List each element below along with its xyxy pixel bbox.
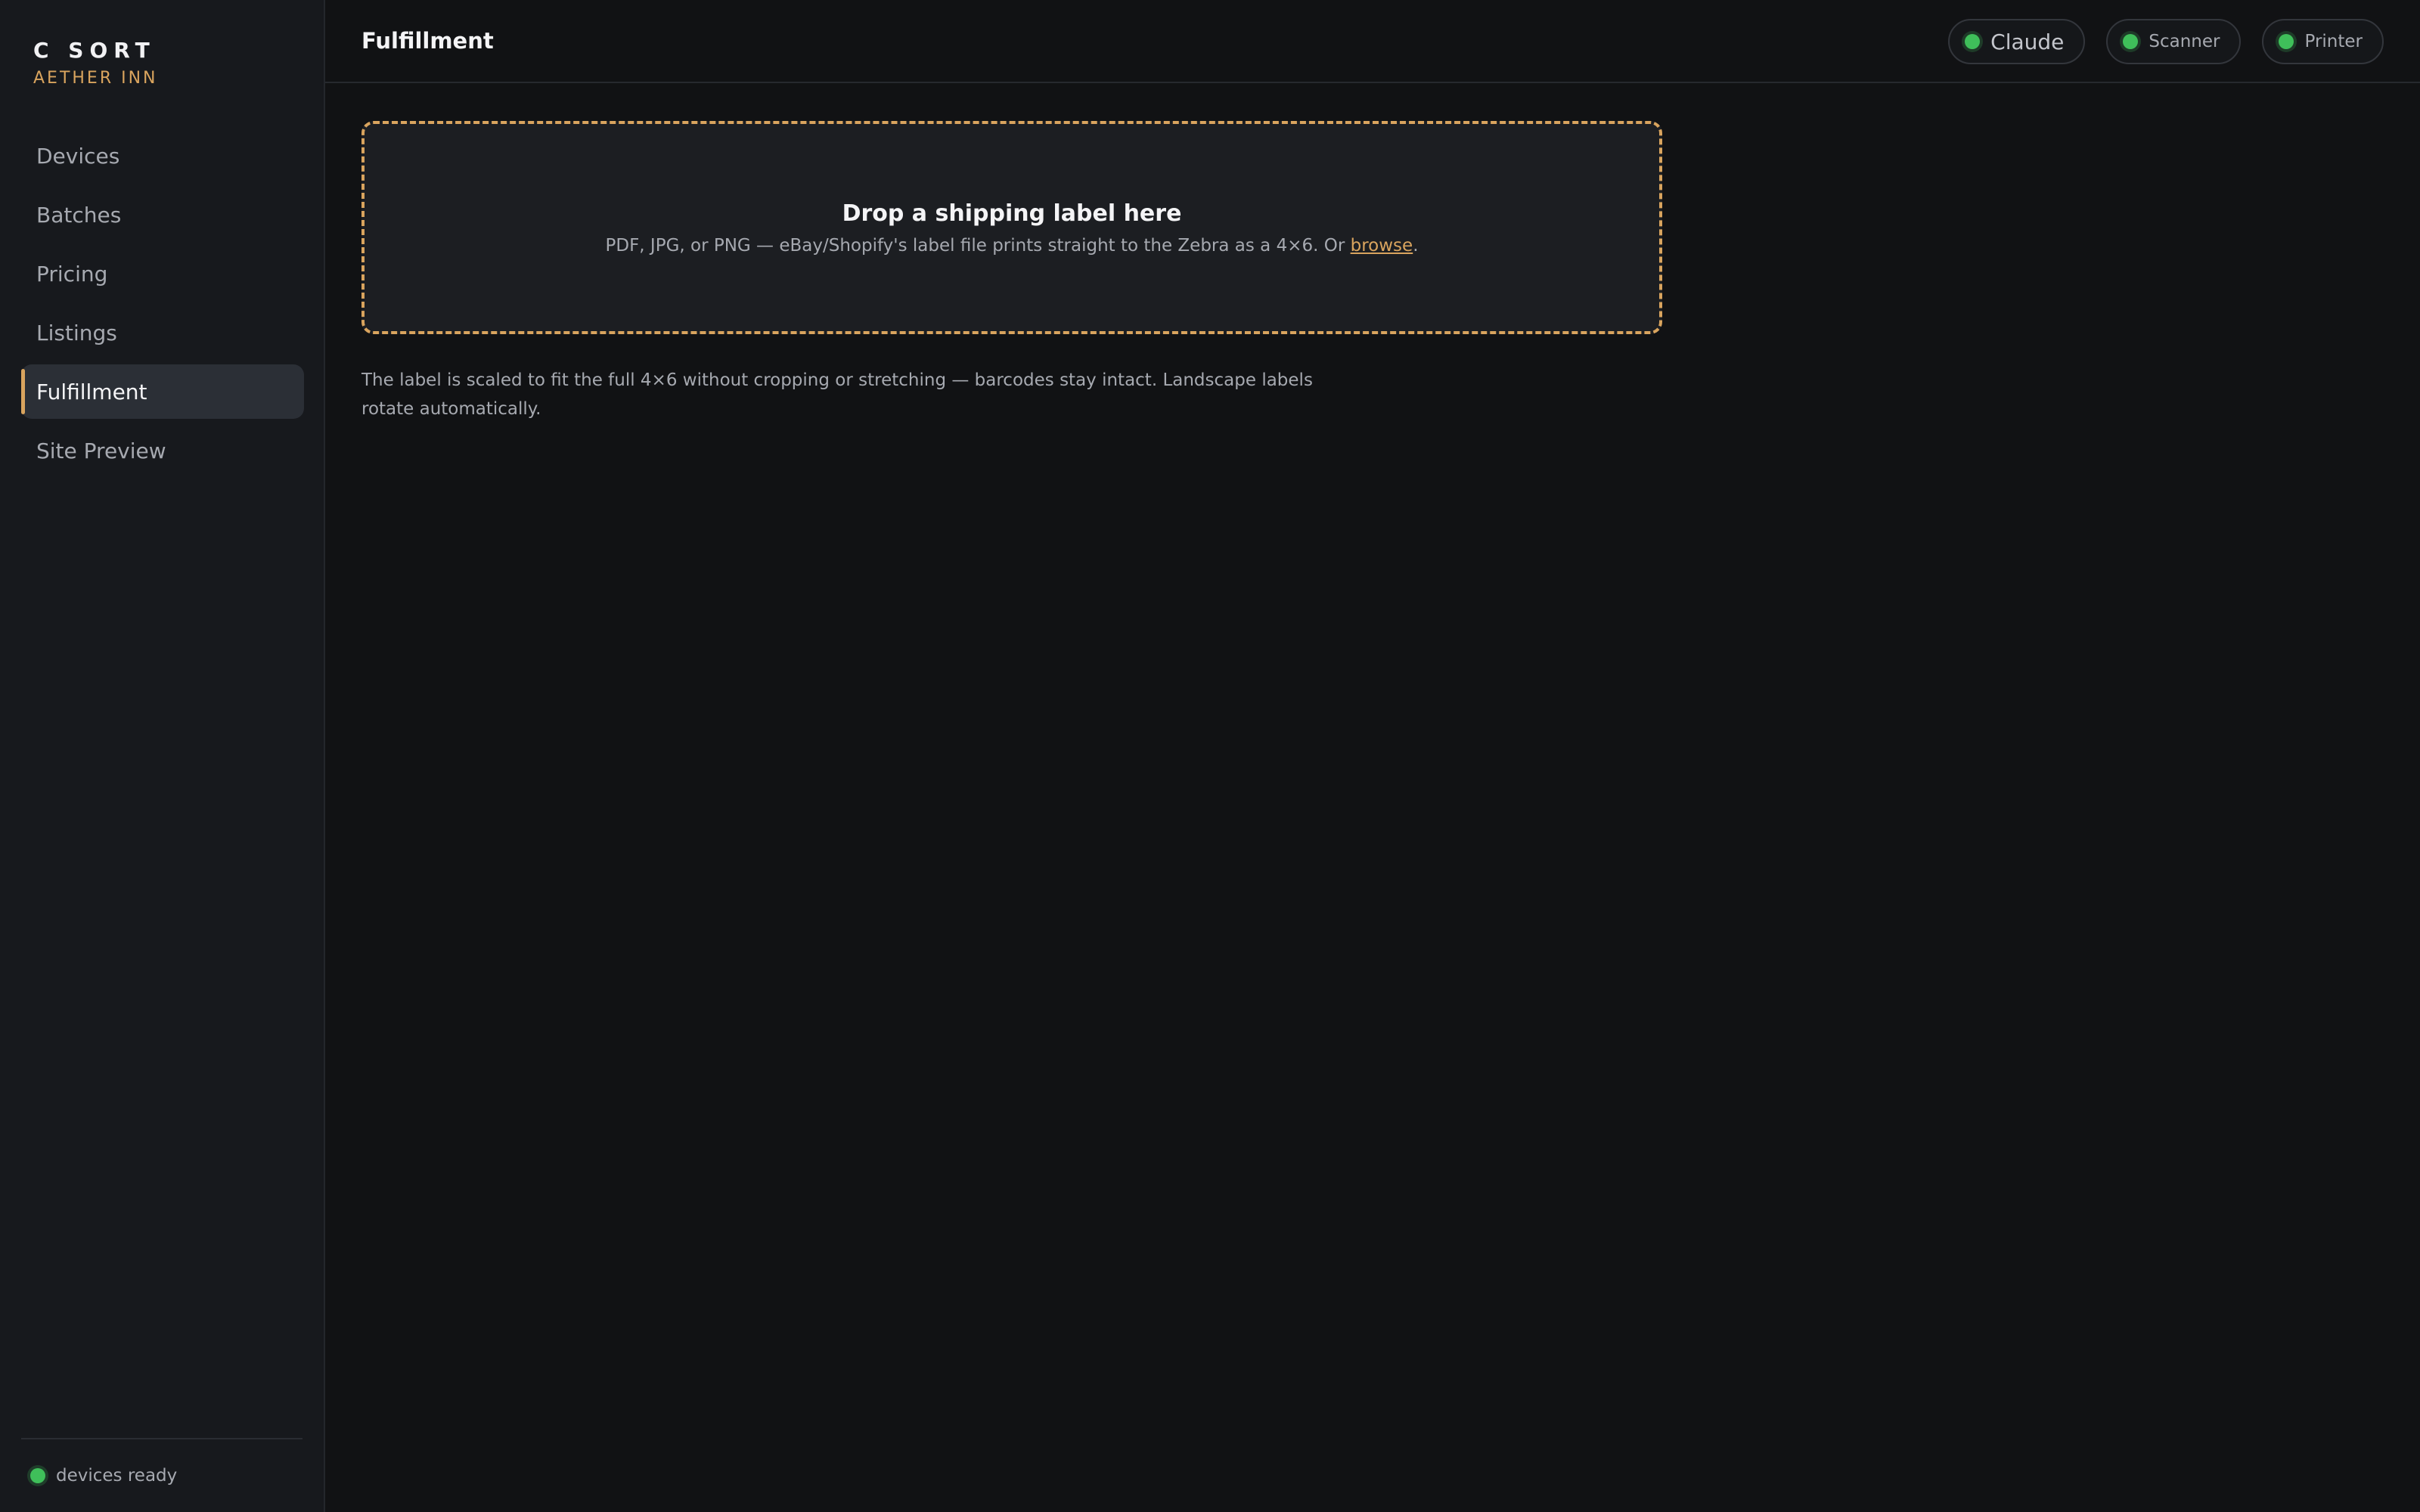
dropzone-title: Drop a shipping label here	[842, 200, 1182, 227]
sidebar-item-pricing[interactable]: Pricing	[21, 246, 304, 301]
dropzone-description: PDF, JPG, or PNG — eBay/Shopify's label …	[605, 236, 1418, 256]
sidebar-item-label: Site Preview	[36, 438, 166, 463]
status-pill-label: Printer	[2304, 32, 2363, 51]
browse-link[interactable]: browse	[1351, 236, 1413, 256]
label-dropzone[interactable]: Drop a shipping label here PDF, JPG, or …	[361, 121, 1662, 334]
brand-subtitle: AETHER INN	[33, 69, 158, 88]
sidebar-footer: devices ready	[21, 1438, 302, 1512]
sidebar-item-site-preview[interactable]: Site Preview	[21, 423, 304, 478]
sidebar-item-listings[interactable]: Listings	[21, 305, 304, 360]
sidebar-item-fulfillment[interactable]: Fulfillment	[21, 364, 304, 419]
status-pill-claude[interactable]: Claude	[1948, 19, 2086, 64]
status-pill-scanner[interactable]: Scanner	[2106, 19, 2242, 64]
dropzone-description-text: PDF, JPG, or PNG — eBay/Shopify's label …	[605, 235, 1351, 256]
brand: C SORT AETHER INN	[33, 38, 158, 89]
dropzone-trailing: .	[1413, 235, 1419, 256]
sidebar-item-label: Listings	[36, 320, 117, 345]
sidebar-item-label: Batches	[36, 202, 122, 228]
status-dot-icon	[2123, 34, 2139, 49]
status-group: Claude Scanner Printer	[1948, 19, 2384, 64]
sidebar-item-label: Devices	[36, 143, 120, 169]
topbar: Fulfillment Claude Scanner Printer	[325, 0, 2420, 83]
status-dot-icon	[1965, 34, 1981, 49]
sidebar: C SORT AETHER INN Devices Batches Pricin…	[0, 0, 325, 1512]
app-window: C SORT AETHER INN Devices Batches Pricin…	[0, 0, 2420, 1512]
devices-status-text: devices ready	[56, 1466, 178, 1486]
status-dot-icon	[30, 1468, 45, 1483]
sidebar-item-label: Pricing	[36, 261, 108, 287]
status-dot-icon	[2279, 34, 2294, 49]
sidebar-nav: Devices Batches Pricing Listings Fulfill…	[21, 129, 304, 482]
scaling-note: The label is scaled to fit the full 4×6 …	[361, 370, 1313, 419]
status-pill-printer[interactable]: Printer	[2262, 19, 2384, 64]
page-title: Fulfillment	[361, 28, 494, 54]
main-panel: Fulfillment Claude Scanner Printer Drop …	[325, 0, 2420, 1512]
brand-title: C SORT	[33, 38, 156, 63]
sidebar-item-batches[interactable]: Batches	[21, 187, 304, 242]
sidebar-item-label: Fulfillment	[36, 379, 147, 404]
content-area: Drop a shipping label here PDF, JPG, or …	[325, 83, 2420, 461]
status-pill-label: Scanner	[2149, 32, 2220, 51]
sidebar-item-devices[interactable]: Devices	[21, 129, 304, 183]
status-pill-label: Claude	[1990, 29, 2065, 54]
